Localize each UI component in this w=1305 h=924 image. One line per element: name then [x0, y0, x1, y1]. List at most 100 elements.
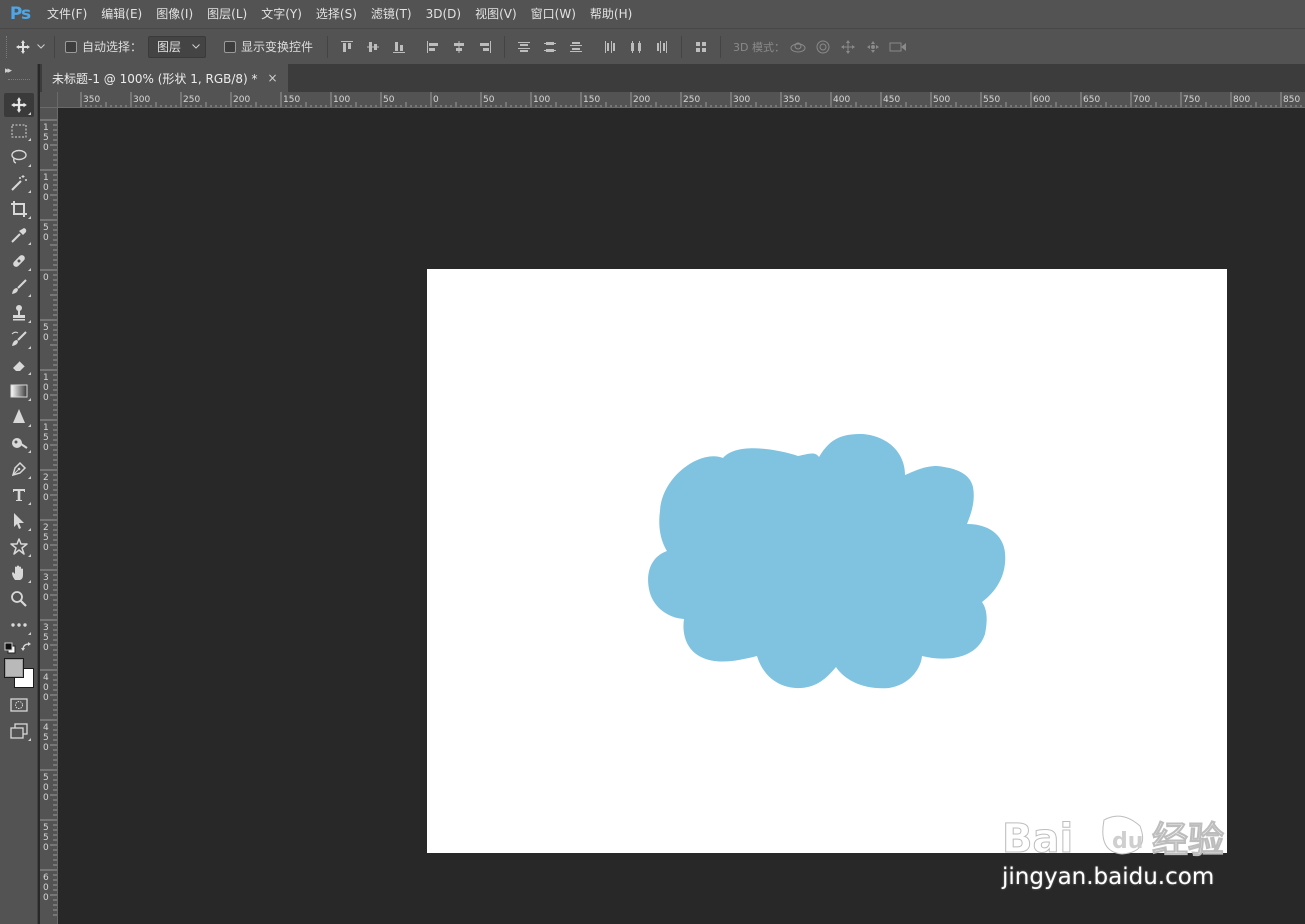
options-bar: 自动选择： 图层 显示变换控件 3D 模式： [0, 28, 1305, 64]
menu-3d[interactable]: 3D(D) [419, 0, 468, 28]
ruler-origin-corner[interactable] [40, 92, 58, 108]
ruler-label: 450 [883, 95, 900, 105]
drag-3d-icon[interactable] [835, 35, 860, 59]
document-canvas[interactable] [427, 269, 1227, 853]
ruler-label: 200 [233, 95, 250, 105]
pen-tool-icon[interactable] [4, 457, 34, 481]
menu-window[interactable]: 窗口(W) [524, 0, 583, 28]
distribute-bottom-edges-icon[interactable] [563, 35, 589, 59]
cloud-shape[interactable] [648, 434, 1006, 689]
align-right-edges-icon[interactable] [472, 35, 498, 59]
align-left-edges-icon[interactable] [420, 35, 446, 59]
menu-bar: Ps 文件(F) 编辑(E) 图像(I) 图层(L) 文字(Y) 选择(S) 滤… [0, 0, 1305, 28]
align-vertical-centers-icon[interactable] [360, 35, 386, 59]
clone-stamp-tool-icon[interactable] [4, 301, 34, 325]
slide-3d-icon[interactable] [860, 35, 885, 59]
ruler-label: 400 [833, 95, 850, 105]
roll-3d-icon[interactable] [810, 35, 835, 59]
quick-mask-icon[interactable] [4, 693, 34, 717]
ruler-label: 850 [1283, 95, 1300, 105]
align-bottom-edges-icon[interactable] [386, 35, 412, 59]
distribute-vertical-centers-icon[interactable] [537, 35, 563, 59]
menu-edit[interactable]: 编辑(E) [94, 0, 149, 28]
ruler-label: 300 [733, 95, 750, 105]
menu-image[interactable]: 图像(I) [149, 0, 200, 28]
align-top-edges-icon[interactable] [334, 35, 360, 59]
ruler-label: 100 [43, 173, 49, 203]
gradient-tool-icon[interactable] [4, 379, 34, 403]
ruler-label: 800 [1233, 95, 1250, 105]
ruler-label: 150 [283, 95, 300, 105]
default-colors-icon[interactable] [4, 642, 16, 654]
brush-tool-icon[interactable] [4, 275, 34, 299]
ruler-label: 300 [133, 95, 150, 105]
ruler-label: 150 [583, 95, 600, 105]
ruler-label: 450 [43, 723, 49, 753]
distribute-horizontal-centers-icon[interactable] [623, 35, 649, 59]
horizontal-ruler[interactable]: 350 300 250 200 150 100 50 0 50 100 150 200 250 300 35… [58, 92, 1305, 108]
separator [504, 35, 506, 58]
separator [681, 35, 683, 58]
menu-select[interactable]: 选择(S) [309, 0, 364, 28]
ruler-label: 300 [43, 573, 49, 603]
type-tool-icon[interactable] [4, 483, 34, 507]
chevron-down-icon[interactable] [34, 44, 48, 49]
document-tab-bar: 未标题-1 @ 100% (形状 1, RGB/8) * × [40, 64, 1305, 92]
vertical-ruler[interactable]: 1501005005010015020025030035040045050055… [40, 108, 58, 924]
separator [327, 35, 329, 58]
distribute-top-edges-icon[interactable] [511, 35, 537, 59]
auto-align-layers-icon[interactable] [688, 35, 714, 59]
collapse-panel-icon[interactable]: ▸▸ [5, 66, 12, 76]
eraser-tool-icon[interactable] [4, 353, 34, 377]
foreground-color-swatch[interactable] [4, 658, 24, 678]
menu-filter[interactable]: 滤镜(T) [364, 0, 419, 28]
ruler-label: 550 [983, 95, 1000, 105]
ruler-label: 500 [933, 95, 950, 105]
screen-mode-icon[interactable] [4, 719, 34, 743]
custom-shape-tool-icon[interactable] [4, 535, 34, 559]
lasso-tool-icon[interactable] [4, 145, 34, 169]
distribute-right-edges-icon[interactable] [649, 35, 675, 59]
healing-brush-tool-icon[interactable] [4, 249, 34, 273]
auto-select-label: 自动选择： [82, 40, 143, 54]
menu-layer[interactable]: 图层(L) [200, 0, 254, 28]
document-tab[interactable]: 未标题-1 @ 100% (形状 1, RGB/8) * × [42, 64, 288, 92]
tools-panel-grip[interactable] [8, 79, 30, 82]
ruler-label: 350 [783, 95, 800, 105]
swap-colors-icon[interactable] [21, 641, 33, 653]
menu-view[interactable]: 视图(V) [468, 0, 524, 28]
orbit-3d-icon[interactable] [785, 35, 810, 59]
menu-type[interactable]: 文字(Y) [254, 0, 309, 28]
dodge-tool-icon[interactable] [4, 431, 34, 455]
separator [720, 35, 722, 58]
scale-3d-camera-icon[interactable] [885, 35, 910, 59]
eyedropper-tool-icon[interactable] [4, 223, 34, 247]
auto-select-target-dropdown[interactable]: 图层 [148, 35, 207, 58]
ruler-label: 0 [43, 273, 49, 283]
menu-help[interactable]: 帮助(H) [583, 0, 639, 28]
align-horizontal-centers-icon[interactable] [446, 35, 472, 59]
app-logo: Ps [9, 4, 31, 24]
path-selection-tool-icon[interactable] [4, 509, 34, 533]
zoom-tool-icon[interactable] [4, 587, 34, 611]
show-transform-checkbox[interactable] [224, 40, 237, 53]
hand-tool-icon[interactable] [4, 561, 34, 585]
magic-wand-tool-icon[interactable] [4, 171, 34, 195]
ruler-label: 200 [633, 95, 650, 105]
crop-tool-icon[interactable] [4, 197, 34, 221]
blur-tool-icon[interactable] [4, 405, 34, 429]
tools-panel: ▸▸ [0, 64, 38, 924]
document-tab-title: 未标题-1 @ 100% (形状 1, RGB/8) * [52, 71, 258, 86]
ruler-label: 400 [43, 673, 49, 703]
auto-select-checkbox[interactable] [65, 40, 77, 53]
edit-toolbar-icon[interactable] [4, 613, 34, 637]
history-brush-tool-icon[interactable] [4, 327, 34, 351]
marquee-tool-icon[interactable] [4, 119, 34, 143]
move-tool-preset-icon[interactable] [12, 35, 34, 59]
distribute-left-edges-icon[interactable] [597, 35, 623, 59]
ruler-label: 250 [683, 95, 700, 105]
menu-file[interactable]: 文件(F) [40, 0, 94, 28]
close-tab-icon[interactable]: × [268, 71, 278, 85]
ruler-label: 150 [43, 123, 49, 153]
move-tool-icon[interactable] [4, 93, 34, 117]
